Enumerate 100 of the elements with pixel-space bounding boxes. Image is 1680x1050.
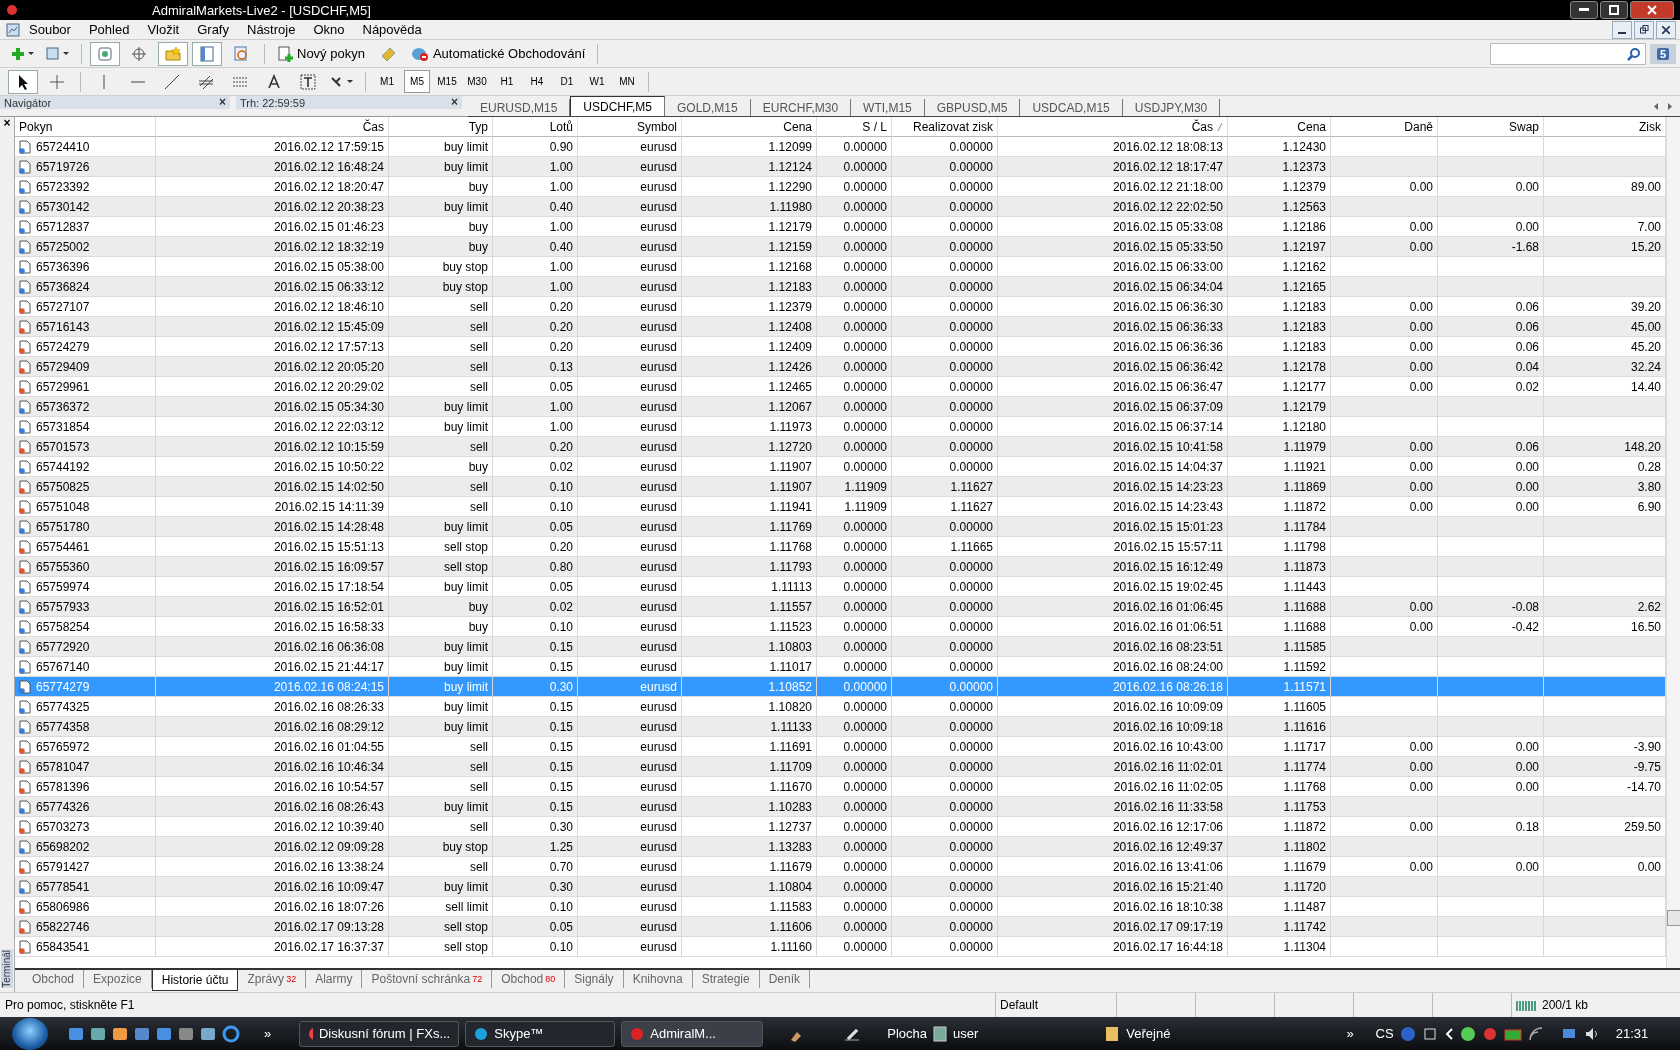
- timeframe-button[interactable]: M15: [434, 70, 460, 93]
- column-header[interactable]: Čas: [156, 117, 389, 137]
- menu-item[interactable]: Okno: [304, 22, 354, 37]
- chart-tab[interactable]: USDJPY,M30: [1122, 99, 1221, 116]
- user-toolbar[interactable]: user: [953, 1026, 979, 1041]
- table-cell: 65843541: [15, 937, 156, 957]
- timeframe-button[interactable]: M1: [374, 70, 400, 93]
- table-cell: 2016.02.15 14:23:23: [998, 477, 1228, 497]
- new-order-button[interactable]: Nový pokyn: [273, 41, 369, 66]
- terminal-button[interactable]: [192, 41, 222, 66]
- more-button[interactable]: »: [264, 1026, 272, 1041]
- column-header[interactable]: Daně: [1331, 117, 1438, 137]
- chart-tab[interactable]: USDCAD,M15: [1020, 99, 1123, 116]
- column-header[interactable]: Cena: [1228, 117, 1331, 137]
- chart-tab[interactable]: GOLD,M15: [665, 99, 751, 116]
- table-cell: 0.00000: [892, 137, 998, 157]
- search-field[interactable]: [1490, 42, 1646, 65]
- quick-launch-icon[interactable]: [156, 1025, 172, 1042]
- column-header[interactable]: Cena: [682, 117, 817, 137]
- menu-item[interactable]: Grafy: [188, 22, 238, 37]
- market-watch-button[interactable]: [90, 41, 120, 66]
- column-header[interactable]: Symbol: [578, 117, 682, 137]
- close-button[interactable]: ×: [3, 117, 11, 130]
- quick-launch-icon[interactable]: [200, 1025, 216, 1042]
- terminal-tab[interactable]: Historie účtu: [151, 970, 239, 991]
- help-icon[interactable]: [1399, 1025, 1416, 1042]
- timeframe-button[interactable]: MN: [614, 70, 640, 93]
- taskbar-window[interactable]: AdmiralM...: [621, 1020, 764, 1047]
- chevron-icon[interactable]: [1443, 1025, 1454, 1042]
- table-cell: 2016.02.12 22:03:12: [156, 417, 389, 437]
- table-cell: 0.00: [1438, 497, 1544, 517]
- desktop-toolbar[interactable]: Plocha: [887, 1026, 927, 1041]
- public-toolbar[interactable]: Veřejné: [1126, 1026, 1171, 1041]
- terminal-tab[interactable]: Expozice: [84, 970, 152, 988]
- timeframe-button[interactable]: M30: [464, 70, 490, 93]
- column-header[interactable]: Realizovat zisk: [892, 117, 998, 137]
- column-header[interactable]: Čas: [998, 117, 1228, 137]
- table-cell: 0.00: [1331, 777, 1438, 797]
- cursor-button[interactable]: [8, 69, 38, 94]
- scroll-right-icon[interactable]: [1668, 102, 1672, 110]
- menu-item[interactable]: Soubor: [20, 22, 80, 37]
- chart-icon[interactable]: [6, 22, 20, 37]
- chart-tab[interactable]: GBPUSD,M5: [924, 99, 1021, 116]
- clock[interactable]: 21:31: [1615, 1026, 1649, 1041]
- terminal-tab[interactable]: Obchod: [23, 970, 85, 988]
- quick-launch-icon[interactable]: [90, 1025, 106, 1042]
- terminal-tab[interactable]: Strategie: [692, 970, 760, 988]
- timeframe-button[interactable]: W1: [584, 70, 610, 93]
- terminal-tab[interactable]: Signály: [565, 970, 624, 988]
- column-header[interactable]: Pokyn: [15, 117, 156, 137]
- column-header[interactable]: Lotů: [493, 117, 578, 137]
- menu-item[interactable]: Pohled: [79, 22, 139, 37]
- signal-icon[interactable]: [1527, 1025, 1544, 1042]
- timeframe-button[interactable]: H4: [524, 70, 550, 93]
- menu-item[interactable]: Nástroje: [238, 22, 305, 37]
- maximize-button[interactable]: [1600, 1, 1628, 19]
- language-indicator[interactable]: CS: [1375, 1026, 1394, 1041]
- column-header[interactable]: Zisk: [1544, 117, 1666, 137]
- minimize-button[interactable]: [1570, 1, 1598, 19]
- chart-tab[interactable]: USDCHF,M5: [570, 96, 666, 116]
- taskbar-window[interactable]: Diskusní fórum | FXs...: [299, 1020, 460, 1047]
- terminal-tab[interactable]: Knihovna: [623, 970, 693, 988]
- tray-icon[interactable]: [1421, 1025, 1438, 1042]
- chart-tab[interactable]: WTI,M15: [851, 99, 925, 116]
- close-button[interactable]: ×: [451, 96, 458, 109]
- table-cell: 0.06: [1438, 297, 1544, 317]
- messages-button[interactable]: 5: [1650, 43, 1676, 64]
- quick-launch-icon[interactable]: [68, 1025, 84, 1042]
- quick-launch-icon[interactable]: [134, 1025, 150, 1042]
- caret-icon: [347, 79, 353, 84]
- restore-button[interactable]: [1634, 20, 1654, 39]
- start-button[interactable]: [12, 1017, 48, 1050]
- table-cell: 65774325: [15, 697, 156, 717]
- chart-tab[interactable]: EURCHF,M30: [750, 99, 852, 116]
- timeframe-button[interactable]: D1: [554, 70, 580, 93]
- column-header[interactable]: Typ: [389, 117, 493, 137]
- table-cell: sell: [389, 737, 493, 757]
- table-cell: eurusd: [578, 377, 682, 397]
- browser-icon[interactable]: [222, 1024, 240, 1043]
- more-button[interactable]: »: [1346, 1026, 1354, 1041]
- menu-item[interactable]: Vložit: [138, 22, 189, 37]
- timeframe-button[interactable]: M5: [404, 70, 430, 93]
- close-button[interactable]: ×: [219, 96, 226, 109]
- quick-launch-icon[interactable]: [112, 1025, 128, 1042]
- auto-trading-button[interactable]: Automatické Obchodování: [406, 41, 590, 66]
- minimize-button[interactable]: [1612, 20, 1632, 39]
- quick-launch-icon[interactable]: [178, 1025, 194, 1042]
- tray-icon[interactable]: [1481, 1025, 1498, 1042]
- column-header[interactable]: Swap: [1438, 117, 1544, 137]
- terminal-tab[interactable]: Deník: [759, 970, 811, 988]
- table-cell: buy stop: [389, 837, 493, 857]
- terminal-tab[interactable]: Alarmy: [306, 970, 363, 988]
- close-button[interactable]: [1656, 20, 1676, 39]
- menu-item[interactable]: Nápověda: [353, 22, 431, 37]
- taskbar-window[interactable]: Skype™: [465, 1020, 616, 1047]
- tray-icon[interactable]: [1459, 1025, 1476, 1042]
- column-header[interactable]: S / L: [817, 117, 892, 137]
- scroll-left-icon[interactable]: [1654, 102, 1658, 110]
- timeframe-button[interactable]: H1: [494, 70, 520, 93]
- scrollbar-thumb[interactable]: [1667, 910, 1680, 926]
